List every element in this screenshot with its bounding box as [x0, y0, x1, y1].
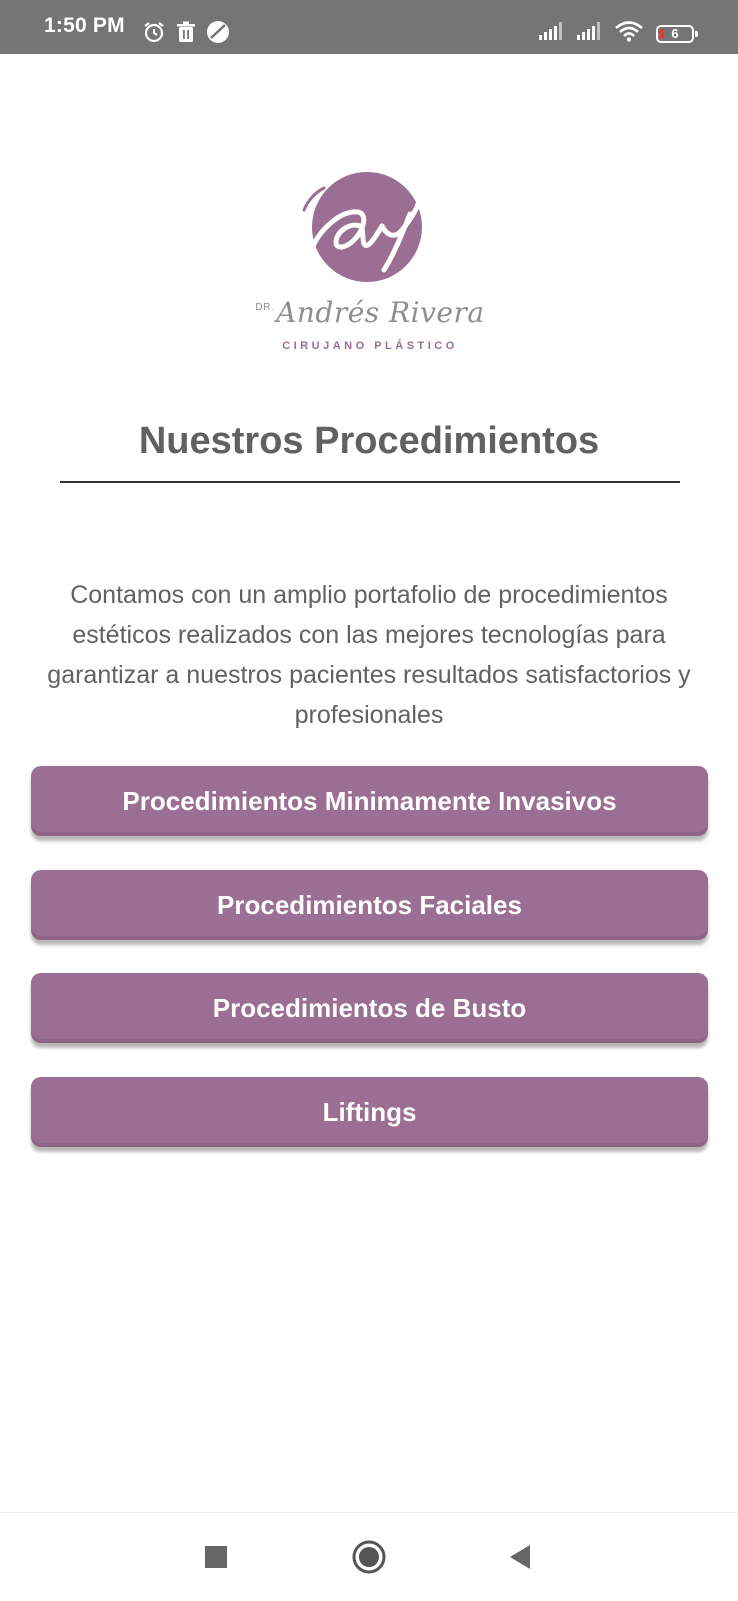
recents-icon [205, 1546, 227, 1568]
minimally-invasive-button[interactable]: Procedimientos Minimamente Invasivos [31, 766, 708, 836]
logo: DR.Andrés Rivera CIRUJANO PLÁSTICO [250, 170, 490, 360]
home-button[interactable] [347, 1535, 391, 1579]
breast-procedures-button[interactable]: Procedimientos de Busto [31, 973, 708, 1043]
logo-prefix: DR. [255, 302, 275, 313]
logo-name-text: Andrés Rivera [276, 296, 485, 329]
liftings-button[interactable]: Liftings [31, 1077, 708, 1147]
status-right-icons: 6 [538, 20, 698, 47]
status-bar: 1:50 PM 6 [0, 0, 738, 54]
trash-icon [175, 20, 197, 49]
page-title: Nuestros Procedimientos [138, 420, 600, 462]
battery-level: 6 [671, 26, 679, 41]
back-button[interactable] [499, 1535, 543, 1579]
recents-button[interactable] [194, 1535, 238, 1579]
status-left-icons [142, 20, 230, 49]
logo-name: DR.Andrés Rivera [250, 296, 490, 329]
status-time: 1:50 PM [44, 14, 125, 37]
title-underline [60, 481, 680, 483]
battery-icon: 6 [656, 24, 698, 43]
signal-icon [576, 21, 602, 46]
wifi-icon [614, 20, 644, 47]
page-description: Contamos con un amplio portafolio de pro… [47, 581, 691, 729]
navigation-bar [0, 1512, 738, 1601]
signal-icon [538, 21, 564, 46]
logo-subtitle: CIRUJANO PLÁSTICO [282, 340, 458, 352]
blocked-icon [206, 20, 230, 49]
back-icon [510, 1545, 530, 1569]
alarm-icon [142, 20, 166, 49]
facial-procedures-button[interactable]: Procedimientos Faciales [31, 870, 708, 940]
logo-monogram-icon [302, 186, 421, 273]
home-icon [352, 1540, 386, 1574]
